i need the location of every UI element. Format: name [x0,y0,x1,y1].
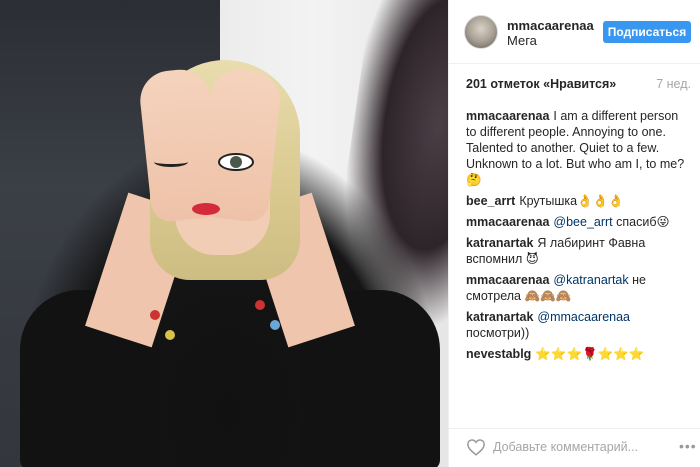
comment-author[interactable]: katranartak [466,310,533,324]
comment: katranartak @mmacaarenaa посмотри)) [466,309,691,341]
comment-text: спасиб [616,215,657,229]
heart-icon[interactable] [466,438,486,456]
comment-emoji: 🤔 [466,172,482,187]
comment-emoji: 🙈🙈🙈 [524,288,572,303]
post-header: mmacaarenaa Мега Подписаться [449,0,700,64]
comment-mention[interactable]: @katranartak [553,273,628,287]
comment-input[interactable] [493,437,673,457]
comment-mention[interactable]: @bee_arrt [553,215,612,229]
follow-button[interactable]: Подписаться [603,21,691,43]
comment-author[interactable]: mmacaarenaa [466,273,549,287]
comment-emoji: 😈 [525,251,539,266]
likes-row: 201 отметок «Нравится» 7 нед. [466,77,691,93]
embroidery-flower [150,310,160,320]
comment: mmacaarenaa @katranartak не смотрела 🙈🙈🙈 [466,272,691,304]
comment-emoji: 😜 [656,214,670,229]
more-options-icon[interactable]: ••• [679,438,697,454]
post-time[interactable]: 7 нед. [656,77,691,91]
comment-text: посмотри)) [466,326,530,340]
likes-count[interactable]: 201 отметок «Нравится» [466,77,616,91]
comment: mmacaarenaa @bee_arrt спасиб😜 [466,214,691,230]
comment: bee_arrt Крутышка👌👌👌 [466,193,691,209]
painted-closed-eye [154,157,188,167]
embroidery-flower [270,320,280,330]
embroidery-flower [255,300,265,310]
post-side-panel: mmacaarenaa Мега Подписаться 201 отметок… [448,0,700,467]
lips [192,203,220,215]
embroidery-flower [165,330,175,340]
comment-author[interactable]: nevestablg [466,347,531,361]
comments-list: mmacaarenaa I am a different person to di… [466,108,691,367]
comment-mention[interactable]: @mmacaarenaa [537,310,630,324]
location[interactable]: Мега [507,33,537,48]
comment: mmacaarenaa I am a different person to di… [466,108,691,188]
comment: katranartak Я лабиринт Фавна вспомнил 😈 [466,235,691,267]
comment: nevestablg ⭐⭐⭐🌹⭐⭐⭐ [466,346,691,362]
avatar[interactable] [464,15,498,49]
comment-emoji: 👌👌👌 [577,193,624,208]
comment-author[interactable]: katranartak [466,236,533,250]
painted-open-eye [218,153,254,171]
post-photo[interactable] [0,0,448,467]
comment-emoji: ⭐⭐⭐🌹⭐⭐⭐ [535,346,645,361]
comment-author[interactable]: mmacaarenaa [466,109,549,123]
comment-footer: ••• [449,428,700,467]
comment-author[interactable]: bee_arrt [466,194,515,208]
comment-text: Крутышка [519,194,578,208]
username[interactable]: mmacaarenaa [507,18,594,33]
comment-author[interactable]: mmacaarenaa [466,215,549,229]
